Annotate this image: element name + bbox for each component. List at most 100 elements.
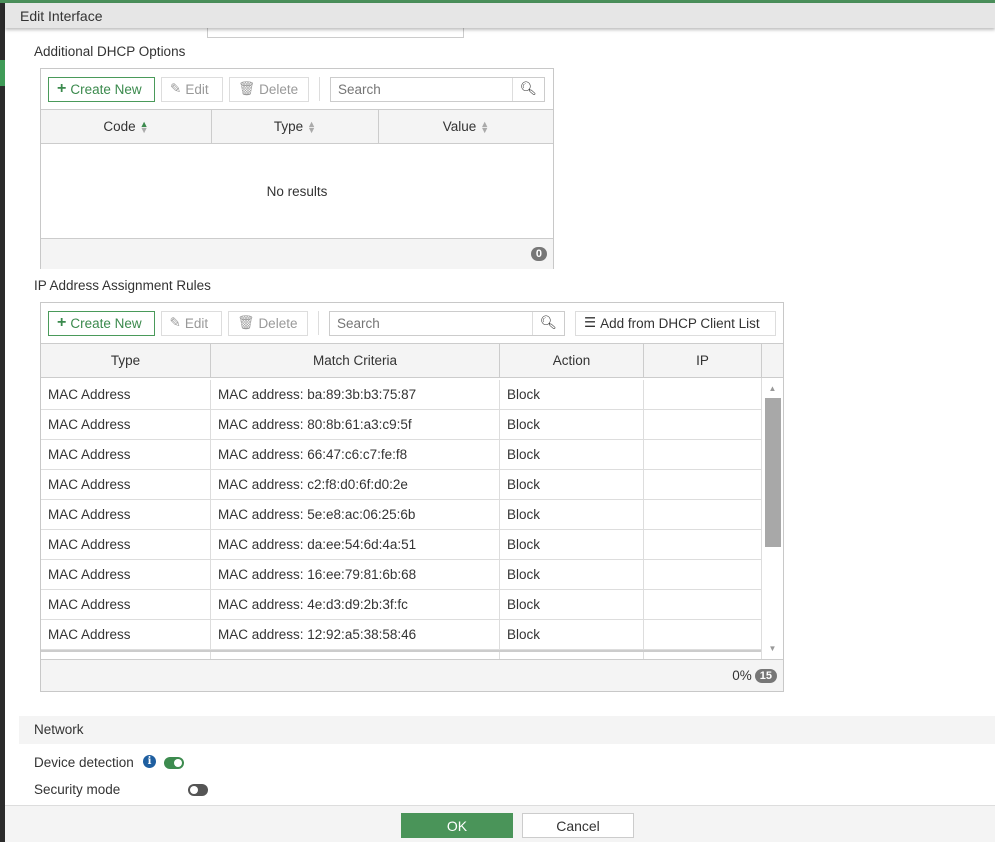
empty-cell bbox=[211, 652, 500, 659]
cell-action: Block bbox=[500, 590, 644, 619]
scroll-down-icon[interactable]: ▼ bbox=[762, 644, 783, 653]
cell-ip bbox=[644, 530, 762, 559]
edit-button[interactable]: ✎ Edit bbox=[160, 310, 223, 336]
sort-icon: ▲ ▼ bbox=[307, 118, 317, 135]
table-row[interactable]: MAC Address MAC address: 66:47:c6:c7:fe:f… bbox=[41, 440, 762, 470]
cell-type: MAC Address bbox=[41, 590, 211, 619]
cell-match-criteria: MAC address: 16:ee:79:81:6b:68 bbox=[211, 560, 500, 589]
toggle-knob bbox=[189, 786, 198, 794]
add-from-label: Add from DHCP Client List bbox=[600, 315, 760, 331]
row-count-badge: 15 bbox=[754, 668, 777, 683]
delete-button[interactable]: 🗑 Delete bbox=[228, 310, 308, 336]
create-new-button[interactable]: + Create New bbox=[48, 310, 155, 336]
add-from-dhcp-client-list-button[interactable]: ☰ Add from DHCP Client List bbox=[574, 310, 776, 336]
security-mode-toggle[interactable] bbox=[187, 784, 208, 796]
delete-label: Delete bbox=[258, 315, 298, 331]
cell-ip bbox=[644, 470, 762, 499]
search-input[interactable] bbox=[329, 311, 532, 335]
cell-type: MAC Address bbox=[41, 620, 211, 649]
edit-button[interactable]: ✎ Edit bbox=[161, 76, 223, 102]
delete-button[interactable]: 🗑 Delete bbox=[229, 76, 309, 102]
scroll-up-icon[interactable]: ▲ bbox=[762, 384, 783, 393]
table-row[interactable]: MAC Address MAC address: da:ee:54:6d:4a:5… bbox=[41, 530, 762, 560]
column-header-value[interactable]: Value ▲ ▼ bbox=[379, 110, 553, 143]
table-row[interactable] bbox=[41, 650, 762, 659]
cell-ip bbox=[644, 560, 762, 589]
sort-icon: ▲ ▼ bbox=[139, 118, 149, 135]
table-footer: 0% 15 bbox=[41, 659, 783, 691]
cell-action: Block bbox=[500, 380, 644, 409]
cell-action: Block bbox=[500, 410, 644, 439]
device-detection-toggle[interactable] bbox=[164, 757, 184, 769]
column-label: Code bbox=[103, 119, 136, 134]
search-box: 🔍︎ bbox=[328, 310, 565, 336]
cell-ip bbox=[644, 380, 762, 409]
assignment-rules-toolbar: +Create New ✎Edit 🗑Delete 🔍︎ ☰Add from D… bbox=[41, 303, 783, 343]
ok-button[interactable]: OK bbox=[401, 813, 513, 838]
cell-ip bbox=[644, 500, 762, 529]
table-row[interactable]: MAC Address MAC address: 4e:d3:d9:2b:3f:f… bbox=[41, 590, 762, 620]
table-row[interactable]: MAC Address MAC address: ba:89:3b:b3:75:8… bbox=[41, 380, 762, 410]
info-icon[interactable]: i bbox=[143, 755, 156, 768]
column-header-code[interactable]: Code ▲ ▼ bbox=[41, 110, 212, 143]
dhcp-options-toolbar: +Create New ✎Edit 🗑Delete 🔍︎ bbox=[41, 69, 553, 109]
dialog-footer: OK Cancel bbox=[5, 805, 995, 842]
table-row[interactable]: MAC Address MAC address: 80:8b:61:a3:c9:5… bbox=[41, 410, 762, 440]
device-detection-label: Device detection bbox=[34, 755, 134, 770]
cell-match-criteria: MAC address: da:ee:54:6d:4a:51 bbox=[211, 530, 500, 559]
row-count-badge: 0 bbox=[530, 247, 547, 261]
search-icon[interactable]: 🔍︎ bbox=[531, 311, 564, 335]
table-row[interactable]: MAC Address MAC address: 16:ee:79:81:6b:6… bbox=[41, 560, 762, 590]
scrollbar[interactable]: ▲ ▼ bbox=[761, 378, 783, 659]
create-new-label: Create New bbox=[70, 81, 142, 97]
toggle-knob bbox=[174, 759, 182, 767]
list-icon: ☰ bbox=[583, 315, 597, 330]
scroll-progress: 0% bbox=[732, 668, 752, 683]
cell-type: MAC Address bbox=[41, 530, 211, 559]
cell-ip bbox=[644, 440, 762, 469]
cell-action: Block bbox=[500, 470, 644, 499]
pencil-icon: ✎ bbox=[169, 315, 181, 330]
create-new-label: Create New bbox=[70, 315, 142, 331]
cell-match-criteria: MAC address: 4e:d3:d9:2b:3f:fc bbox=[211, 590, 500, 619]
dhcp-options-table: +Create New ✎Edit 🗑Delete 🔍︎ Code▲▼ Type… bbox=[40, 68, 554, 269]
cell-action: Block bbox=[500, 440, 644, 469]
cell-match-criteria: MAC address: 66:47:c6:c7:fe:f8 bbox=[211, 440, 500, 469]
trash-icon: 🗑 bbox=[237, 315, 255, 330]
cell-action: Block bbox=[500, 620, 644, 649]
cell-match-criteria: MAC address: ba:89:3b:b3:75:87 bbox=[211, 380, 500, 409]
table-row[interactable]: MAC Address MAC address: 5e:e8:ac:06:25:6… bbox=[41, 500, 762, 530]
column-label: Type bbox=[273, 119, 304, 134]
cell-type: MAC Address bbox=[41, 560, 211, 589]
security-mode-label: Security mode bbox=[34, 782, 121, 797]
scrollbar-thumb[interactable] bbox=[765, 398, 781, 547]
toolbar-divider bbox=[319, 77, 320, 101]
table-row[interactable]: MAC Address MAC address: 12:92:a5:38:58:4… bbox=[41, 620, 762, 650]
column-header-type[interactable]: Type ▲ ▼ bbox=[212, 110, 379, 143]
cell-match-criteria: MAC address: c2:f8:d0:6f:d0:2e bbox=[211, 470, 500, 499]
cell-ip bbox=[644, 620, 762, 649]
pencil-icon: ✎ bbox=[170, 81, 182, 96]
cell-type: MAC Address bbox=[41, 410, 211, 439]
table-row[interactable]: MAC Address MAC address: c2:f8:d0:6f:d0:2… bbox=[41, 470, 762, 500]
search-icon[interactable]: 🔍︎ bbox=[512, 77, 544, 101]
column-header-match-criteria[interactable]: Match Criteria bbox=[211, 344, 500, 377]
cell-match-criteria: MAC address: 5e:e8:ac:06:25:6b bbox=[211, 500, 500, 529]
table-body: MAC Address MAC address: ba:89:3b:b3:75:8… bbox=[41, 378, 783, 659]
cell-match-criteria: MAC address: 80:8b:61:a3:c9:5f bbox=[211, 410, 500, 439]
plus-icon: + bbox=[57, 314, 67, 331]
sort-icon: ▲ ▼ bbox=[480, 118, 490, 135]
column-header-action[interactable]: Action bbox=[500, 344, 644, 377]
column-header-type[interactable]: Type bbox=[41, 344, 211, 377]
search-box: 🔍︎ bbox=[330, 76, 545, 102]
cancel-button[interactable]: Cancel bbox=[522, 813, 634, 838]
cell-ip bbox=[644, 410, 762, 439]
search-input[interactable] bbox=[331, 77, 512, 101]
column-header-ip[interactable]: IP bbox=[644, 344, 762, 377]
empty-state: No results bbox=[266, 183, 328, 199]
header-spacer bbox=[762, 344, 783, 377]
cell-ip bbox=[644, 590, 762, 619]
background-app-strip bbox=[0, 0, 5, 842]
create-new-button[interactable]: + Create New bbox=[48, 76, 155, 102]
edit-label: Edit bbox=[185, 81, 209, 97]
